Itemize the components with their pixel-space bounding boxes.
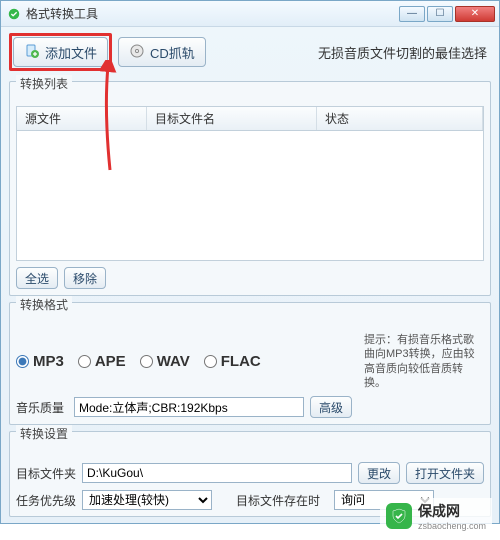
quality-label: 音乐质量 (16, 399, 68, 416)
convert-list-legend: 转换列表 (16, 75, 72, 92)
cd-icon (129, 43, 145, 62)
app-window: 格式转换工具 — ☐ ✕ 添加文件 CD抓轨 无损音质文件切割的最佳选择 转换列… (0, 0, 500, 524)
title-bar: 格式转换工具 — ☐ ✕ (1, 1, 499, 27)
cd-grab-label: CD抓轨 (150, 43, 195, 62)
priority-select[interactable]: 加速处理(较快) (82, 490, 212, 510)
radio-wav-input[interactable] (140, 355, 153, 368)
list-header: 源文件 目标文件名 状态 (16, 106, 484, 131)
dest-label: 目标文件夹 (16, 465, 76, 482)
radio-flac[interactable]: FLAC (204, 353, 261, 370)
close-button[interactable]: ✕ (455, 6, 495, 22)
convert-list-group: 转换列表 源文件 目标文件名 状态 全选 移除 (9, 81, 491, 296)
format-legend: 转换格式 (16, 296, 72, 313)
open-folder-button[interactable]: 打开文件夹 (406, 462, 484, 484)
radio-mp3[interactable]: MP3 (16, 353, 64, 370)
radio-mp3-input[interactable] (16, 355, 29, 368)
radio-ape-input[interactable] (78, 355, 91, 368)
format-hint: 提示：有损音乐格式歌曲向MP3转换，应由较高音质向较低音质转换。 (364, 333, 484, 390)
advanced-button[interactable]: 高级 (310, 396, 352, 418)
dest-input[interactable] (82, 463, 352, 483)
hint-label: 提示： (364, 334, 397, 346)
watermark-text: 保成网 (418, 503, 460, 519)
select-all-button[interactable]: 全选 (16, 267, 58, 289)
cd-grab-button[interactable]: CD抓轨 (118, 37, 206, 67)
list-body[interactable] (16, 131, 484, 261)
radio-wav[interactable]: WAV (140, 353, 190, 370)
watermark: 保成网 zsbaocheng.com (380, 498, 492, 534)
exists-label: 目标文件存在时 (236, 492, 328, 509)
format-group: 转换格式 MP3 APE WAV FLAC 提示：有损音乐格式歌曲向MP3转换，… (9, 302, 491, 425)
settings-legend: 转换设置 (16, 425, 72, 442)
watermark-sub: zsbaocheng.com (418, 521, 486, 531)
change-button[interactable]: 更改 (358, 462, 400, 484)
col-status[interactable]: 状态 (317, 107, 483, 130)
add-file-label: 添加文件 (45, 43, 97, 62)
radio-ape[interactable]: APE (78, 353, 126, 370)
app-icon (7, 7, 21, 21)
tagline: 无损音质文件切割的最佳选择 (318, 43, 491, 62)
priority-label: 任务优先级 (16, 492, 76, 509)
window-controls: — ☐ ✕ (399, 6, 495, 22)
col-target[interactable]: 目标文件名 (147, 107, 317, 130)
add-file-button[interactable]: 添加文件 (13, 37, 108, 67)
maximize-button[interactable]: ☐ (427, 6, 453, 22)
minimize-button[interactable]: — (399, 6, 425, 22)
toolbar: 添加文件 CD抓轨 无损音质文件切割的最佳选择 (1, 27, 499, 77)
col-source[interactable]: 源文件 (17, 107, 147, 130)
add-file-icon (24, 43, 40, 62)
annotation-highlight: 添加文件 (9, 33, 112, 71)
quality-input[interactable] (74, 397, 304, 417)
remove-button[interactable]: 移除 (64, 267, 106, 289)
window-title: 格式转换工具 (26, 5, 98, 22)
format-radio-group: MP3 APE WAV FLAC (16, 353, 358, 370)
shield-check-icon (386, 503, 412, 529)
radio-flac-input[interactable] (204, 355, 217, 368)
